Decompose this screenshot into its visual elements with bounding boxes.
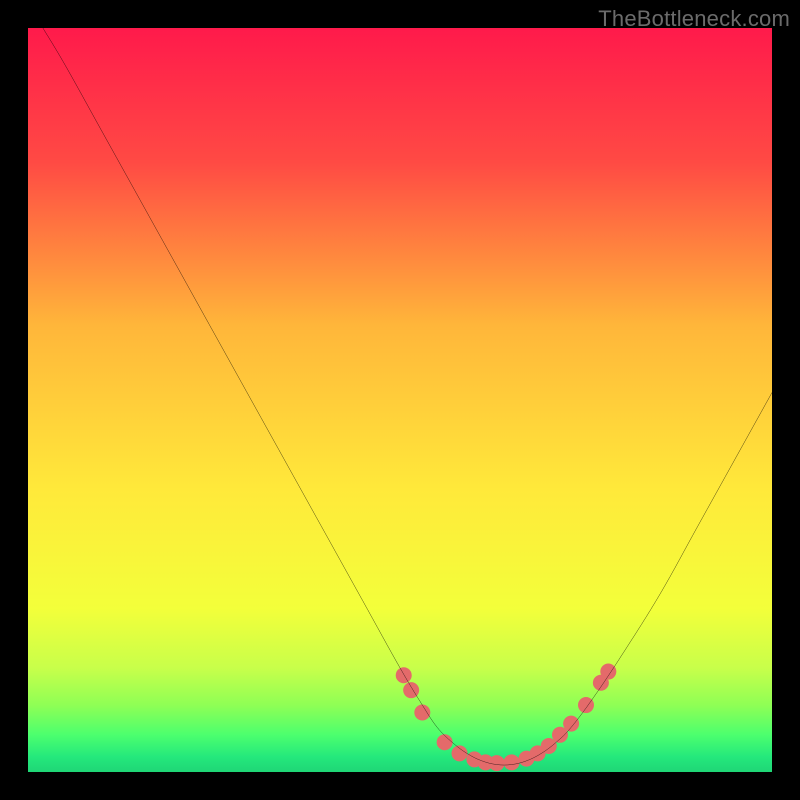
marker-dot — [396, 667, 412, 683]
marker-dot — [437, 734, 453, 750]
plot-area — [28, 28, 772, 772]
marker-dot — [403, 682, 419, 698]
watermark-text: TheBottleneck.com — [598, 6, 790, 32]
highlight-markers — [396, 664, 617, 772]
chart-svg — [28, 28, 772, 772]
bottleneck-curve — [43, 28, 772, 765]
marker-dot — [578, 697, 594, 713]
marker-dot — [452, 745, 468, 761]
marker-dot — [489, 755, 505, 771]
marker-dot — [504, 754, 520, 770]
chart-frame: TheBottleneck.com — [0, 0, 800, 800]
marker-dot — [414, 704, 430, 720]
marker-dot — [563, 716, 579, 732]
marker-dot — [600, 664, 616, 680]
